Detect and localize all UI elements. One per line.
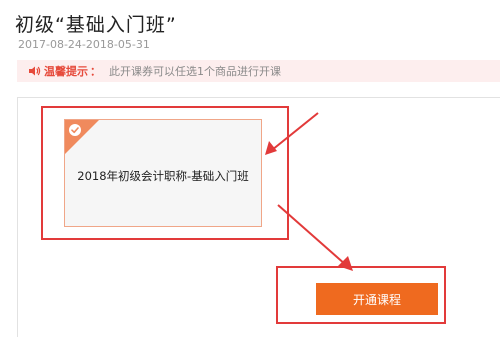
page-title: 初级“基础入门班” xyxy=(15,14,177,36)
date-range: 2017-08-24-2018-05-31 xyxy=(18,38,150,51)
tip-label: 温馨提示 xyxy=(44,65,88,78)
tip-bar: 温馨提示 ： 此开课券可以任选1个商品进行开课 xyxy=(17,60,500,82)
sound-icon xyxy=(29,66,41,76)
annotation-box-card xyxy=(41,106,289,240)
open-course-button[interactable]: 开通课程 xyxy=(316,283,438,315)
tip-colon: ： xyxy=(90,65,101,78)
tip-text: 此开课券可以任选1个商品进行开课 xyxy=(109,65,281,78)
